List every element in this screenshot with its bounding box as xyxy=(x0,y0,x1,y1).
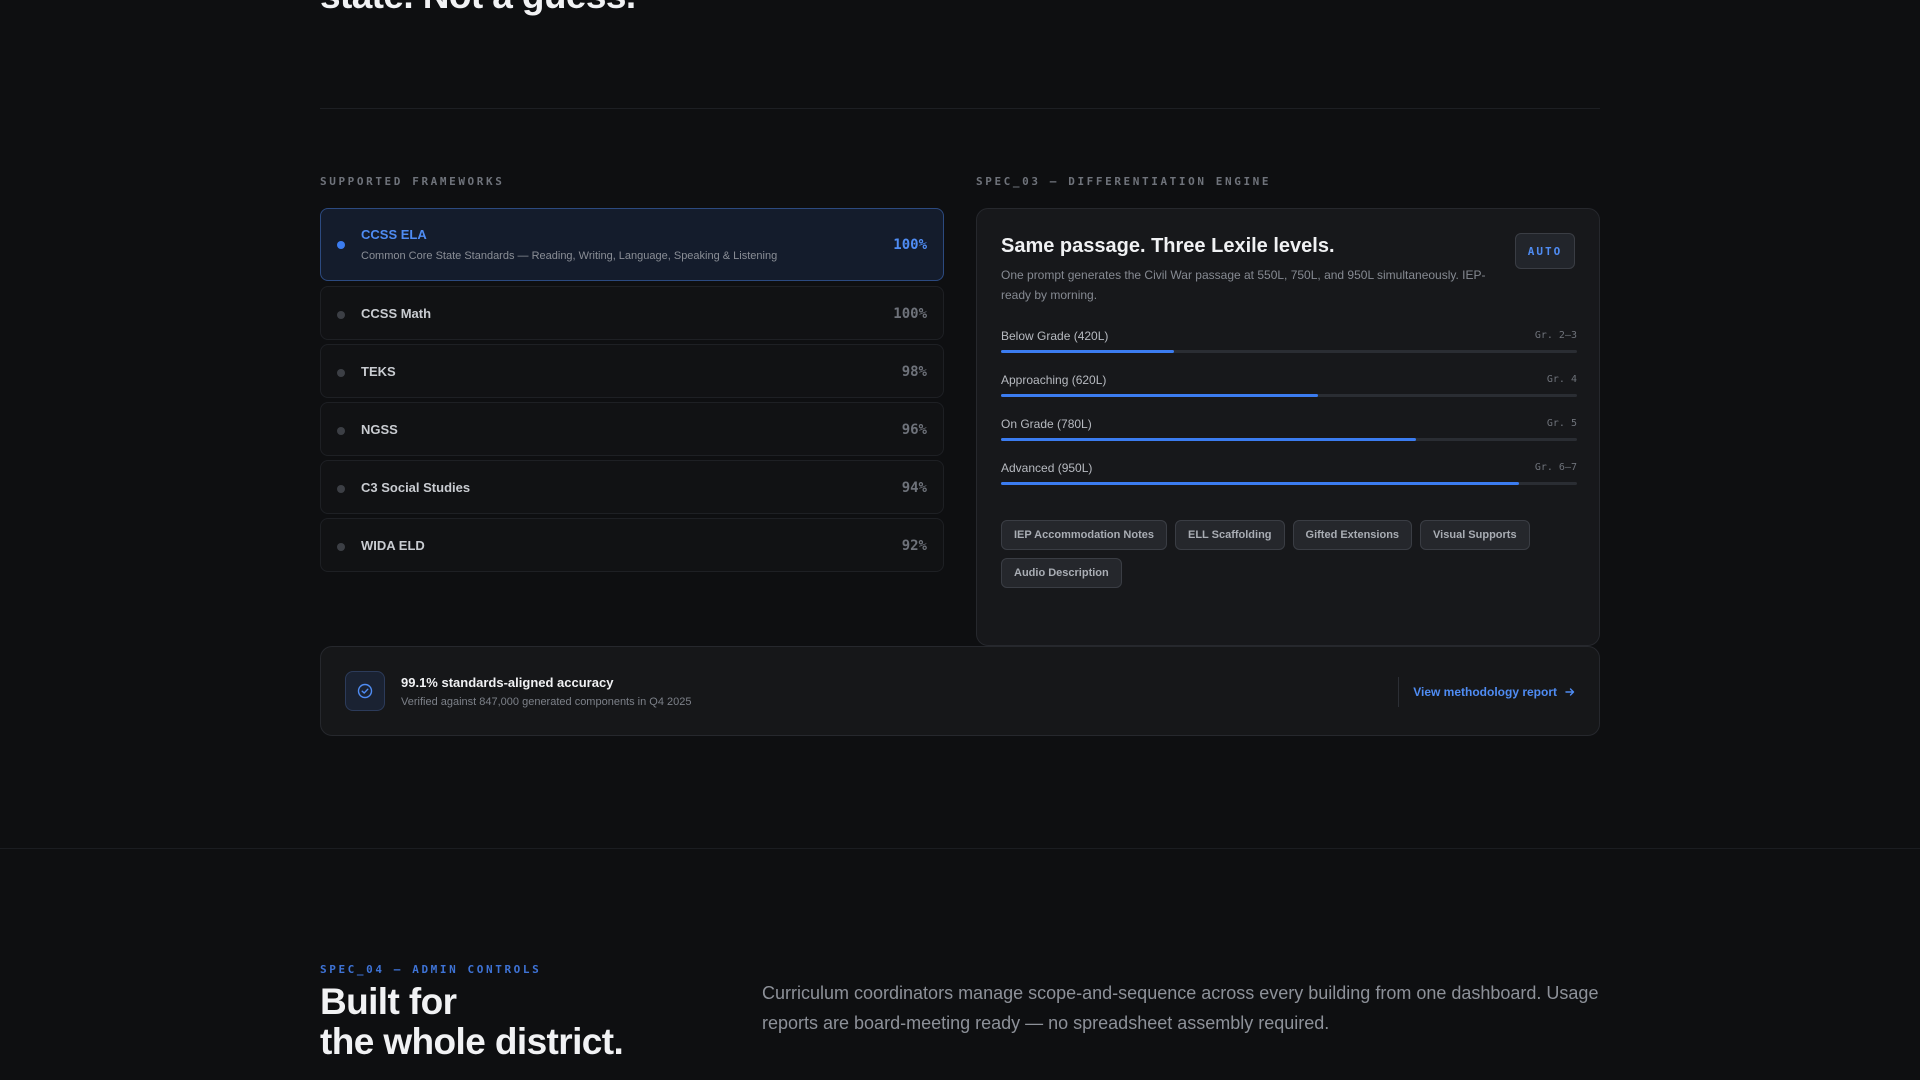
admin-heading-line2: the whole district. xyxy=(320,1021,624,1062)
tag-ell-scaffolding[interactable]: ELL Scaffolding xyxy=(1174,520,1285,550)
framework-coverage: 100% xyxy=(893,306,927,322)
section-divider-full xyxy=(0,848,1920,849)
hero-heading-line2: state. Not a guess. xyxy=(320,0,636,18)
section-divider xyxy=(320,108,1600,109)
level-progress-track xyxy=(1001,438,1577,441)
level-progress-track xyxy=(1001,482,1577,485)
hero-heading: state. Not a guess. xyxy=(320,0,636,18)
check-circle-icon xyxy=(345,671,385,711)
auto-badge[interactable]: AUTO xyxy=(1515,233,1575,269)
status-dot xyxy=(337,311,345,319)
support-tags: IEP Accommodation Notes ELL Scaffolding … xyxy=(1001,520,1577,588)
level-label: Below Grade (420L) xyxy=(1001,329,1109,343)
framework-coverage: 92% xyxy=(901,538,927,554)
framework-item-wida-eld[interactable]: WIDA ELD 92% xyxy=(320,518,944,572)
framework-description: Common Core State Standards — Reading, W… xyxy=(361,250,778,262)
view-methodology-report-link[interactable]: View methodology report xyxy=(1413,685,1575,699)
lexile-levels: Below Grade (420L) Gr. 2–3 Approaching (… xyxy=(1001,329,1577,505)
level-grade: Gr. 2–3 xyxy=(1534,330,1577,341)
differentiation-card: Same passage. Three Lexile levels. One p… xyxy=(976,208,1600,646)
level-label: Approaching (620L) xyxy=(1001,373,1107,387)
framework-name: C3 Social Studies xyxy=(361,480,471,495)
arrow-right-icon xyxy=(1565,688,1575,696)
differentiation-subtitle: One prompt generates the Civil War passa… xyxy=(1001,268,1486,302)
accuracy-title: 99.1% standards-aligned accuracy xyxy=(401,675,614,690)
accuracy-subtitle: Verified against 847,000 generated compo… xyxy=(401,696,692,708)
framework-item-ngss[interactable]: NGSS 96% xyxy=(320,402,944,456)
admin-eyebrow: SPEC_04 — ADMIN CONTROLS xyxy=(320,963,542,976)
differentiation-eyebrow: SPEC_03 — DIFFERENTIATION ENGINE xyxy=(976,175,1272,188)
framework-coverage: 96% xyxy=(901,422,927,438)
framework-name: NGSS xyxy=(361,422,398,437)
level-progress-fill xyxy=(1001,394,1318,397)
accuracy-banner: 99.1% standards-aligned accuracy Verifie… xyxy=(320,646,1600,736)
tag-gifted-extensions[interactable]: Gifted Extensions xyxy=(1292,520,1413,550)
framework-item-teks[interactable]: TEKS 98% xyxy=(320,344,944,398)
framework-coverage: 94% xyxy=(901,480,927,496)
framework-name: TEKS xyxy=(361,364,396,379)
status-dot xyxy=(337,241,345,249)
admin-heading: Built for the whole district. xyxy=(320,981,624,1062)
framework-coverage: 100% xyxy=(893,237,927,253)
lexile-level-row: On Grade (780L) Gr. 5 xyxy=(1001,417,1577,461)
level-label: Advanced (950L) xyxy=(1001,461,1093,475)
status-dot xyxy=(337,485,345,493)
framework-coverage: 98% xyxy=(901,364,927,380)
level-progress-fill xyxy=(1001,350,1174,353)
framework-item-c3-social-studies[interactable]: C3 Social Studies 94% xyxy=(320,460,944,514)
framework-item-ccss-ela[interactable]: CCSS ELA Common Core State Standards — R… xyxy=(320,208,944,281)
status-dot xyxy=(337,369,345,377)
tag-audio-description[interactable]: Audio Description xyxy=(1001,558,1122,588)
framework-item-ccss-math[interactable]: CCSS Math 100% xyxy=(320,286,944,340)
lexile-level-row: Below Grade (420L) Gr. 2–3 xyxy=(1001,329,1577,373)
framework-name: CCSS ELA xyxy=(361,227,427,242)
vertical-divider xyxy=(1398,677,1399,707)
level-progress-track xyxy=(1001,394,1577,397)
differentiation-title: Same passage. Three Lexile levels. xyxy=(1001,235,1335,257)
tag-visual-supports[interactable]: Visual Supports xyxy=(1420,520,1530,550)
level-progress-track xyxy=(1001,350,1577,353)
framework-name: WIDA ELD xyxy=(361,538,425,553)
frameworks-list: CCSS ELA Common Core State Standards — R… xyxy=(320,208,944,576)
level-progress-fill xyxy=(1001,438,1416,441)
tag-iep-accommodation-notes[interactable]: IEP Accommodation Notes xyxy=(1001,520,1167,550)
level-label: On Grade (780L) xyxy=(1001,417,1092,431)
frameworks-eyebrow: SUPPORTED FRAMEWORKS xyxy=(320,175,505,188)
level-progress-fill xyxy=(1001,482,1520,485)
status-dot xyxy=(337,427,345,435)
status-dot xyxy=(337,543,345,551)
admin-heading-line1: Built for xyxy=(320,981,457,1022)
lexile-level-row: Approaching (620L) Gr. 4 xyxy=(1001,373,1577,417)
link-label: View methodology report xyxy=(1413,685,1557,699)
level-grade: Gr. 5 xyxy=(1546,418,1577,429)
admin-description: Curriculum coordinators manage scope-and… xyxy=(762,983,1599,1033)
level-grade: Gr. 4 xyxy=(1546,374,1577,385)
lexile-level-row: Advanced (950L) Gr. 6–7 xyxy=(1001,461,1577,505)
level-grade: Gr. 6–7 xyxy=(1534,462,1577,473)
framework-name: CCSS Math xyxy=(361,306,432,321)
